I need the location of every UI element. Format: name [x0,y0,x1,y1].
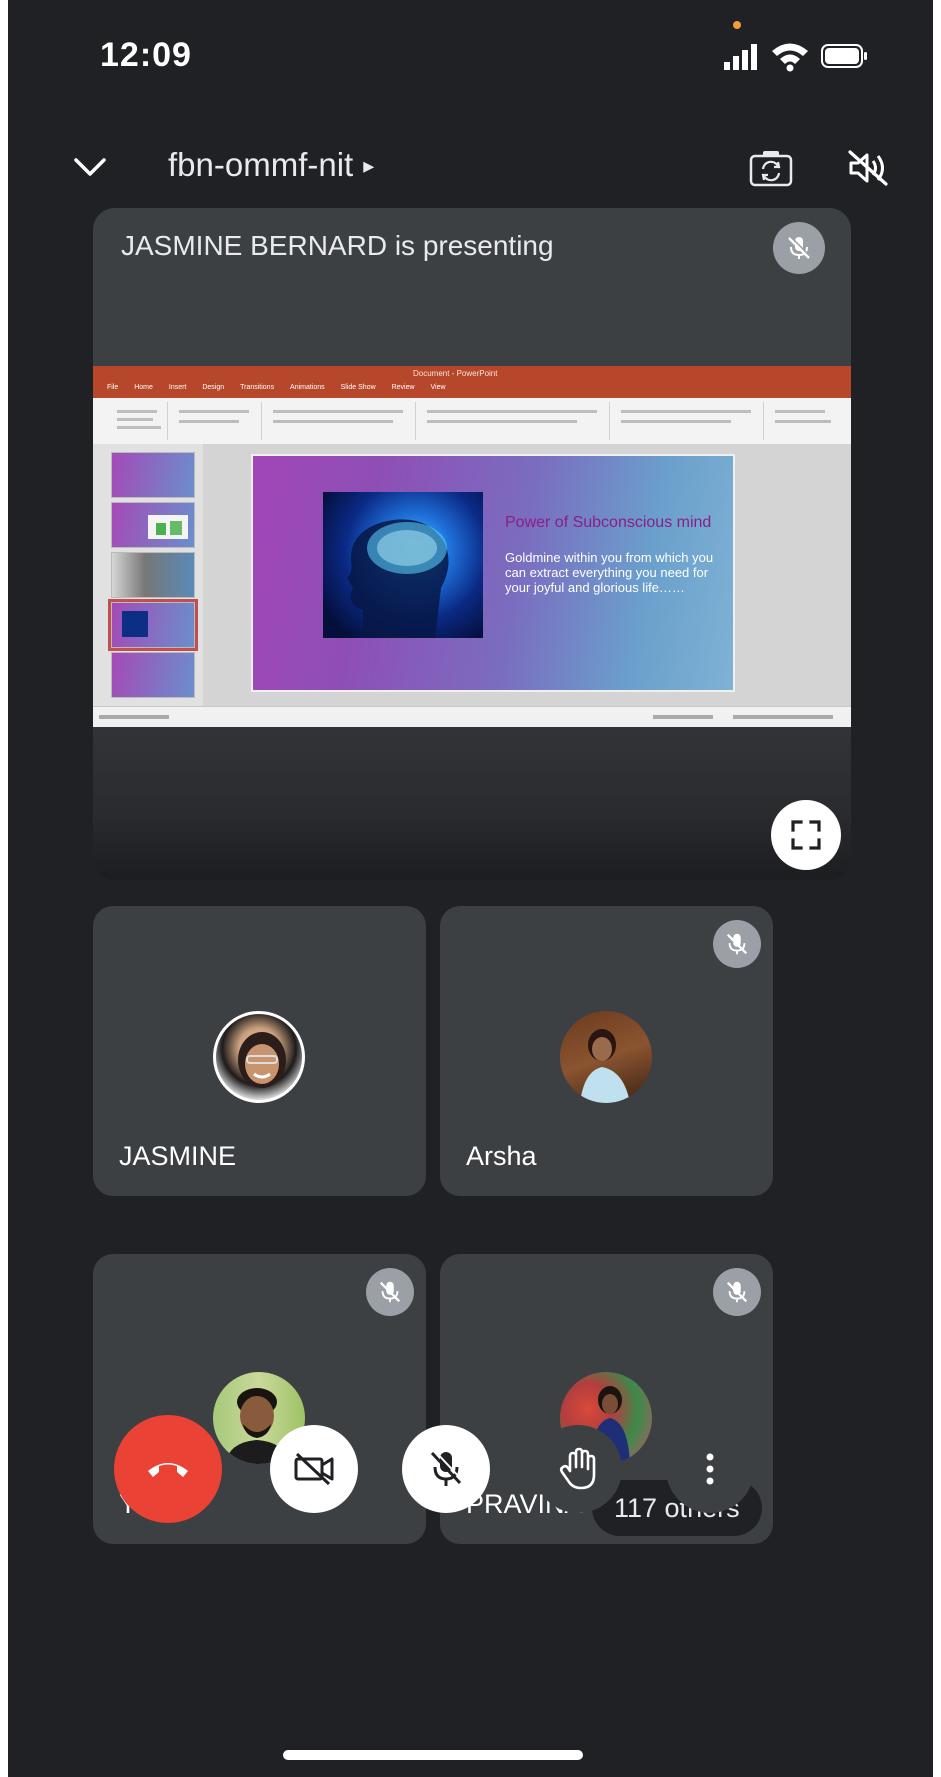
microphone-toggle-button[interactable] [402,1425,490,1513]
status-bar: 12:09 [8,0,933,110]
current-slide: Power of Subconscious mind Goldmine with… [251,454,735,692]
presenting-label: JASMINE BERNARD is presenting [121,230,554,261]
ppt-tab: Transitions [240,384,275,391]
mic-off-icon [726,933,748,955]
mic-off-icon [788,235,811,259]
participant-muted-badge [713,1268,761,1316]
hand-icon [559,1447,596,1490]
meeting-header: fbn-ommf-nit ▸ [8,130,933,210]
shared-screen: Document - PowerPoint File Home Insert D… [93,366,851,727]
phone-hangup-icon [148,1463,188,1477]
slide-thumbnail-selected [108,599,198,651]
meeting-code: fbn-ommf-nit [168,146,354,183]
participant-muted-badge [366,1268,414,1316]
caret-right-icon: ▸ [363,153,375,178]
camera-toggle-button[interactable] [270,1425,358,1513]
mic-off-icon [726,1281,748,1303]
more-vert-icon [706,1453,714,1485]
fullscreen-button[interactable] [771,800,841,870]
ribbon-group [265,402,416,440]
more-options-button[interactable] [666,1425,754,1513]
ribbon-group [419,402,610,440]
ppt-tab: File [107,384,119,391]
phone-screen: 12:09 fbn-ommf-nit ▸ JASMINE BERNARD is … [8,0,933,1777]
ribbon-group [613,402,764,440]
wifi-icon [772,43,808,72]
mic-off-icon [379,1281,401,1303]
ribbon-group [97,402,168,440]
end-call-button[interactable] [114,1415,222,1523]
home-indicator[interactable] [283,1750,583,1760]
participant-name: JASMINE [119,1141,237,1171]
participant-name: Arsha [466,1141,537,1171]
speaker-off-icon[interactable] [846,148,890,188]
presentation-tile[interactable]: JASMINE BERNARD is presenting Document -… [93,208,851,880]
slide-title: Power of Subconscious mind [505,514,712,531]
avatar [213,1011,305,1103]
ppt-slide-thumbnails [93,444,203,706]
switch-camera-icon[interactable] [748,148,794,188]
mic-in-use-indicator [733,21,741,29]
ppt-tab: Insert [168,384,187,391]
cellular-signal-icon [724,44,757,70]
ppt-ribbon-tabs: File Home Insert Design Transitions Anim… [93,384,851,398]
slide-thumbnail [111,652,195,698]
ppt-tab: Home [134,384,153,391]
slide-thumbnail [111,452,195,498]
slide-thumbnail [111,502,195,548]
meeting-code-button[interactable]: fbn-ommf-nit ▸ [168,146,374,184]
ppt-title-bar: Document - PowerPoint [93,366,851,384]
slide-body: Goldmine within you from which you can e… [505,550,714,595]
avatar [560,1011,652,1103]
ppt-tab: Review [391,384,415,391]
ppt-ribbon [93,398,851,445]
ppt-app-title: Document - PowerPoint [413,369,498,378]
battery-icon [821,44,867,68]
fullscreen-icon [791,820,821,850]
participant-tile[interactable]: JASMINE [93,906,426,1196]
ribbon-group [171,402,262,440]
ppt-tab: Animations [290,384,325,391]
status-time: 12:09 [100,36,192,74]
chevron-down-icon[interactable] [70,150,110,184]
mic-off-icon [430,1449,463,1486]
ppt-tab: Slide Show [340,384,376,391]
slide-thumbnail [111,552,195,598]
presenter-muted-badge [773,222,825,274]
brain-image [323,492,483,638]
participant-tile[interactable]: Arsha [440,906,773,1196]
ribbon-group [767,402,845,440]
video-off-icon [294,1452,334,1486]
participant-muted-badge [713,920,761,968]
ppt-tab: View [430,384,446,391]
ppt-editor: Power of Subconscious mind Goldmine with… [203,444,851,706]
call-controls [8,1415,933,1535]
ppt-tab: Design [202,384,225,391]
head-silhouette-icon [347,519,449,638]
ppt-status-bar [93,706,851,727]
raise-hand-button[interactable] [534,1425,622,1513]
